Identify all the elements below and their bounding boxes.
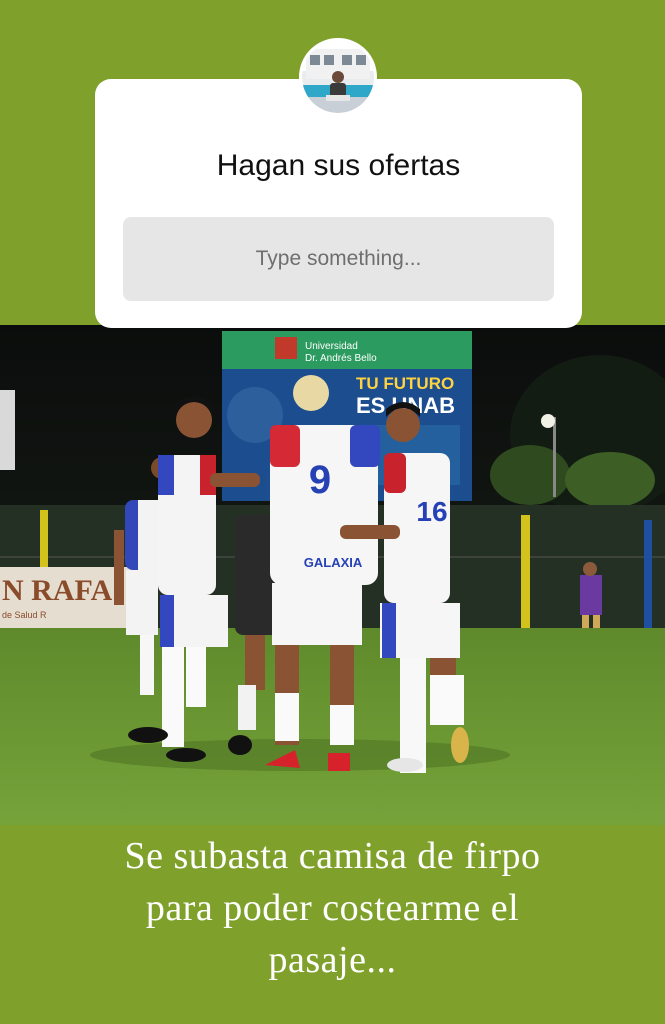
caption-line-1: Se subasta camisa de firpo <box>124 835 541 877</box>
story-caption: Se subasta camisa de firpo para poder co… <box>40 830 625 986</box>
billboard-line3: TU FUTURO <box>356 374 454 393</box>
fence-banner-small-text: de Salud R <box>2 610 47 620</box>
fence-banner-text: N RAFA <box>2 574 113 607</box>
jersey-number-16: 16 <box>416 496 447 527</box>
soccer-team-photo: Universidad Dr. Andrés Bello TU FUTURO E… <box>0 325 665 825</box>
caption-line-3: pasaje... <box>268 939 397 981</box>
question-sticker: Hagan sus ofertas <box>95 79 582 328</box>
caption-line-2: para poder costearme el <box>145 887 520 929</box>
answer-input[interactable] <box>123 217 554 301</box>
sponsor-text: GALAXIA <box>304 555 363 570</box>
billboard-line1: Universidad <box>305 341 358 352</box>
question-text: Hagan sus ofertas <box>216 149 461 182</box>
billboard-line2: Dr. Andrés Bello <box>305 353 377 364</box>
profile-avatar-icon[interactable] <box>299 38 377 116</box>
jersey-number-9: 9 <box>309 458 331 502</box>
